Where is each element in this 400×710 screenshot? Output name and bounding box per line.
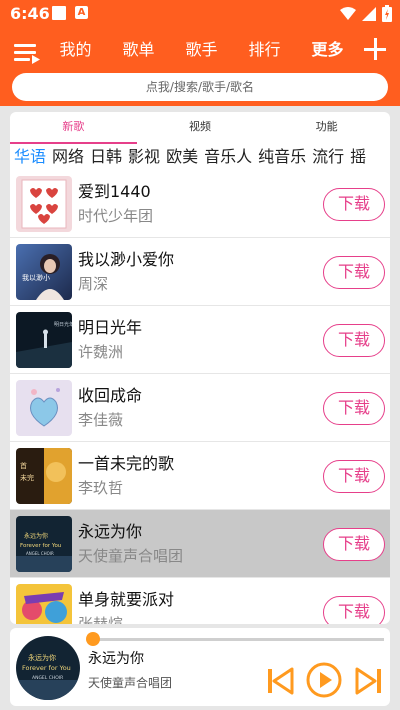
previous-icon[interactable]	[265, 666, 295, 696]
now-playing-title: 永远为你	[88, 651, 144, 667]
song-artist: 李佳薇	[78, 411, 124, 429]
song-artist: 李玖哲	[78, 479, 124, 497]
content-card: 新歌 视频 功能 华语 网络 日韩 影视 欧美 音乐人 纯音乐 流行摇 爱到14…	[10, 112, 390, 624]
progress-handle[interactable]	[86, 632, 100, 646]
svg-text:ANGEL CHOIR: ANGEL CHOIR	[26, 551, 54, 556]
download-button[interactable]: 下载	[323, 188, 385, 221]
genre-rock[interactable]: 摇	[350, 144, 366, 170]
genre-tabs: 华语 网络 日韩 影视 欧美 音乐人 纯音乐 流行摇	[10, 144, 390, 170]
genre-western[interactable]: 欧美	[166, 144, 198, 170]
download-button[interactable]: 下载	[323, 392, 385, 425]
album-cover	[16, 584, 72, 624]
svg-text:ANGEL CHOIR: ANGEL CHOIR	[32, 675, 63, 681]
list-item[interactable]: 收回成命 李佳薇 下载	[10, 374, 390, 442]
album-cover	[16, 380, 72, 436]
song-artist: 时代少年团	[78, 207, 154, 225]
svg-text:Forever for You: Forever for You	[20, 543, 61, 549]
svg-text:永远为你: 永远为你	[24, 532, 48, 540]
list-item[interactable]: 爱到1440 时代少年团 下载	[10, 170, 390, 238]
nav-tab-mine[interactable]: 我的	[44, 38, 107, 62]
play-icon[interactable]	[306, 662, 342, 698]
song-title: 永远为你	[78, 522, 143, 541]
main-nav: 我的 歌单 歌手 排行 更多	[44, 38, 359, 62]
album-cover: 首 未完	[16, 448, 72, 504]
song-title: 收回成命	[78, 386, 143, 405]
mini-player[interactable]: 永远为你 Forever for You ANGEL CHOIR 永远为你 天使…	[10, 628, 390, 706]
song-artist: 周深	[78, 275, 109, 293]
nav-tab-charts[interactable]: 排行	[233, 38, 296, 62]
nav-tab-artists[interactable]: 歌手	[170, 38, 233, 62]
now-playing-artist: 天使童声合唱团	[88, 676, 173, 690]
sub-tabs: 新歌 视频 功能	[10, 112, 390, 144]
tab-new-songs[interactable]: 新歌	[10, 112, 137, 144]
svg-text:永远为你: 永远为你	[28, 653, 56, 662]
app-notification-icon: A	[75, 6, 88, 19]
svg-text:明日光年: 明日光年	[54, 321, 72, 328]
tab-features[interactable]: 功能	[263, 112, 390, 144]
now-playing-cover[interactable]: 永远为你 Forever for You ANGEL CHOIR	[16, 636, 80, 700]
menu-icon[interactable]	[14, 42, 40, 64]
notification-icon	[52, 6, 66, 20]
genre-pop[interactable]: 流行	[312, 144, 344, 170]
song-artist: 天使童声合唱团	[78, 547, 184, 565]
nav-tab-more[interactable]: 更多	[296, 38, 359, 62]
progress-track[interactable]	[94, 638, 384, 641]
album-cover: 永远为你 Forever for You ANGEL CHOIR	[16, 516, 72, 572]
download-button[interactable]: 下载	[323, 324, 385, 357]
album-cover: 我以渺小	[16, 244, 72, 300]
list-item[interactable]: 首 未完 一首未完的歌 李玖哲 下载	[10, 442, 390, 510]
status-time: 6:46	[10, 4, 50, 23]
genre-musicians[interactable]: 音乐人	[204, 144, 252, 170]
song-title: 一首未完的歌	[78, 454, 175, 473]
download-button[interactable]: 下载	[323, 256, 385, 289]
nav-tab-playlist[interactable]: 歌单	[107, 38, 170, 62]
download-button[interactable]: 下载	[323, 596, 385, 624]
svg-text:Forever for You: Forever for You	[22, 664, 71, 672]
song-title: 爱到1440	[78, 182, 151, 201]
album-cover	[16, 176, 72, 232]
add-icon[interactable]	[364, 38, 386, 60]
battery-icon	[382, 5, 392, 22]
genre-internet[interactable]: 网络	[52, 144, 84, 170]
svg-text:未完: 未完	[20, 473, 34, 482]
song-artist: 许魏洲	[78, 343, 124, 361]
song-artist: 张赫煊	[78, 615, 124, 624]
download-button[interactable]: 下载	[323, 460, 385, 493]
song-title: 我以渺小爱你	[78, 250, 175, 269]
genre-chinese[interactable]: 华语	[14, 144, 46, 170]
genre-instrumental[interactable]: 纯音乐	[258, 144, 306, 170]
top-header: 我的 歌单 歌手 排行 更多 点我/搜索/歌手/歌名	[0, 28, 400, 106]
list-item[interactable]: 明日光年 明日光年 许魏洲 下载	[10, 306, 390, 374]
svg-text:我以渺小: 我以渺小	[22, 273, 50, 282]
list-item[interactable]: 单身就要派对 张赫煊 下载	[10, 578, 390, 624]
signal-icon	[362, 6, 376, 21]
download-button[interactable]: 下载	[323, 528, 385, 561]
genre-film-tv[interactable]: 影视	[128, 144, 160, 170]
song-title: 明日光年	[78, 318, 143, 337]
list-item[interactable]: 永远为你 Forever for You ANGEL CHOIR 永远为你 天使…	[10, 510, 390, 578]
list-item[interactable]: 我以渺小 我以渺小爱你 周深 下载	[10, 238, 390, 306]
svg-text:首: 首	[20, 461, 27, 470]
tab-videos[interactable]: 视频	[137, 112, 264, 144]
status-bar: 6:46 A	[0, 0, 400, 28]
wifi-icon	[340, 6, 356, 20]
search-input[interactable]: 点我/搜索/歌手/歌名	[12, 73, 388, 101]
album-cover: 明日光年	[16, 312, 72, 368]
genre-jpkr[interactable]: 日韩	[90, 144, 122, 170]
next-icon[interactable]	[354, 666, 384, 696]
song-title: 单身就要派对	[78, 590, 175, 609]
